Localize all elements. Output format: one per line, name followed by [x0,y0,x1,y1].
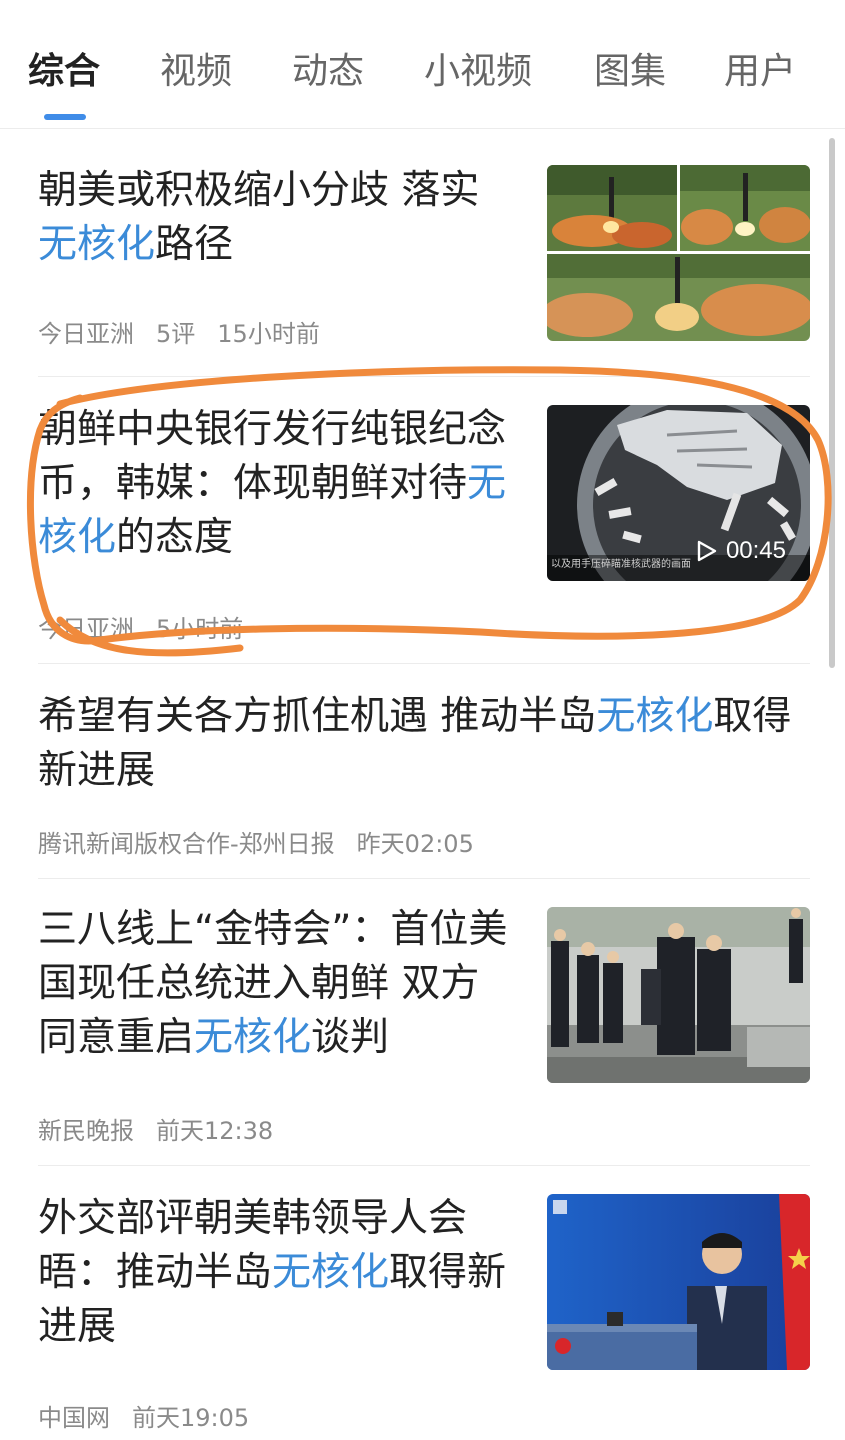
tab-short-video[interactable]: 小视频 [424,48,532,96]
news-source: 今日亚洲 [38,615,134,643]
news-source: 今日亚洲 [38,320,134,348]
news-title: 希望有关各方抓住机遇 推动半岛无核化取得新进展 [38,694,792,793]
tab-users[interactable]: 用户 [724,48,796,96]
play-icon [697,540,717,562]
tab-bar: 综合 视频 动态 小视频 图集 用户 [0,0,845,129]
tab-video[interactable]: 视频 [160,48,232,96]
handshake-photo-thumbnail[interactable] [547,907,810,1083]
comment-count: 5评 [156,320,196,348]
news-time: 5小时前 [156,615,244,643]
video-thumbnail[interactable]: 以及用手压碎瞄准核武器的画面 00:45 [547,405,810,581]
news-time: 前天19:05 [132,1404,250,1432]
news-time: 昨天02:05 [356,830,474,858]
news-time: 15小时前 [217,320,320,348]
news-time: 前天12:38 [156,1117,274,1145]
news-source: 新民晚报 [38,1117,134,1145]
news-item-5[interactable]: 外交部评朝美韩领导人会晤：推动半岛无核化取得新进展 中国网 前天19:05 [0,1166,845,1440]
keyword-highlight: 无核化 [38,222,156,267]
news-item-2[interactable]: 朝鲜中央银行发行纯银纪念币，韩媒：体现朝鲜对待无核化的态度 今日亚洲 5小时前 以… [0,377,845,663]
tab-feed[interactable]: 动态 [292,48,364,96]
tab-comprehensive[interactable]: 综合 [28,48,100,96]
tab-gallery[interactable]: 图集 [594,48,666,96]
missile-launch-thumbnail[interactable] [547,165,810,341]
duration-label: 00:45 [725,537,786,564]
keyword-highlight: 无核化 [194,1015,312,1060]
news-meta: 腾讯新闻版权合作-郑州日报 昨天02:05 [38,824,496,859]
news-item-1[interactable]: 朝美或积极缩小分歧 落实无核化路径 今日亚洲 5评 15小时前 [0,140,845,376]
news-title: 外交部评朝美韩领导人会晤：推动半岛无核化取得新进展 [38,1196,507,1349]
press-conference-thumbnail[interactable] [547,1194,810,1370]
active-tab-indicator [44,114,86,120]
news-title: 三八线上“金特会”：首位美国现任总统进入朝鲜 双方同意重启无核化谈判 [38,907,508,1060]
video-duration: 00:45 [696,537,786,565]
news-meta: 新民晚报 前天12:38 [38,1111,295,1146]
news-meta: 今日亚洲 5小时前 [38,609,265,644]
news-meta: 中国网 前天19:05 [38,1398,271,1433]
news-meta: 今日亚洲 5评 15小时前 [38,314,342,349]
news-title: 朝鲜中央银行发行纯银纪念币，韩媒：体现朝鲜对待无核化的态度 [38,407,507,560]
thumbnail-caption: 以及用手压碎瞄准核武器的画面 [551,557,691,570]
news-source: 腾讯新闻版权合作-郑州日报 [38,830,335,858]
news-title: 朝美或积极缩小分歧 落实无核化路径 [38,168,480,267]
news-source: 中国网 [38,1404,110,1432]
news-item-3[interactable]: 希望有关各方抓住机遇 推动半岛无核化取得新进展 腾讯新闻版权合作-郑州日报 昨天0… [0,664,845,878]
keyword-highlight: 无核化 [272,1250,390,1295]
news-item-4[interactable]: 三八线上“金特会”：首位美国现任总统进入朝鲜 双方同意重启无核化谈判 新民晚报前… [0,879,845,1165]
keyword-highlight: 无核化 [596,694,714,739]
